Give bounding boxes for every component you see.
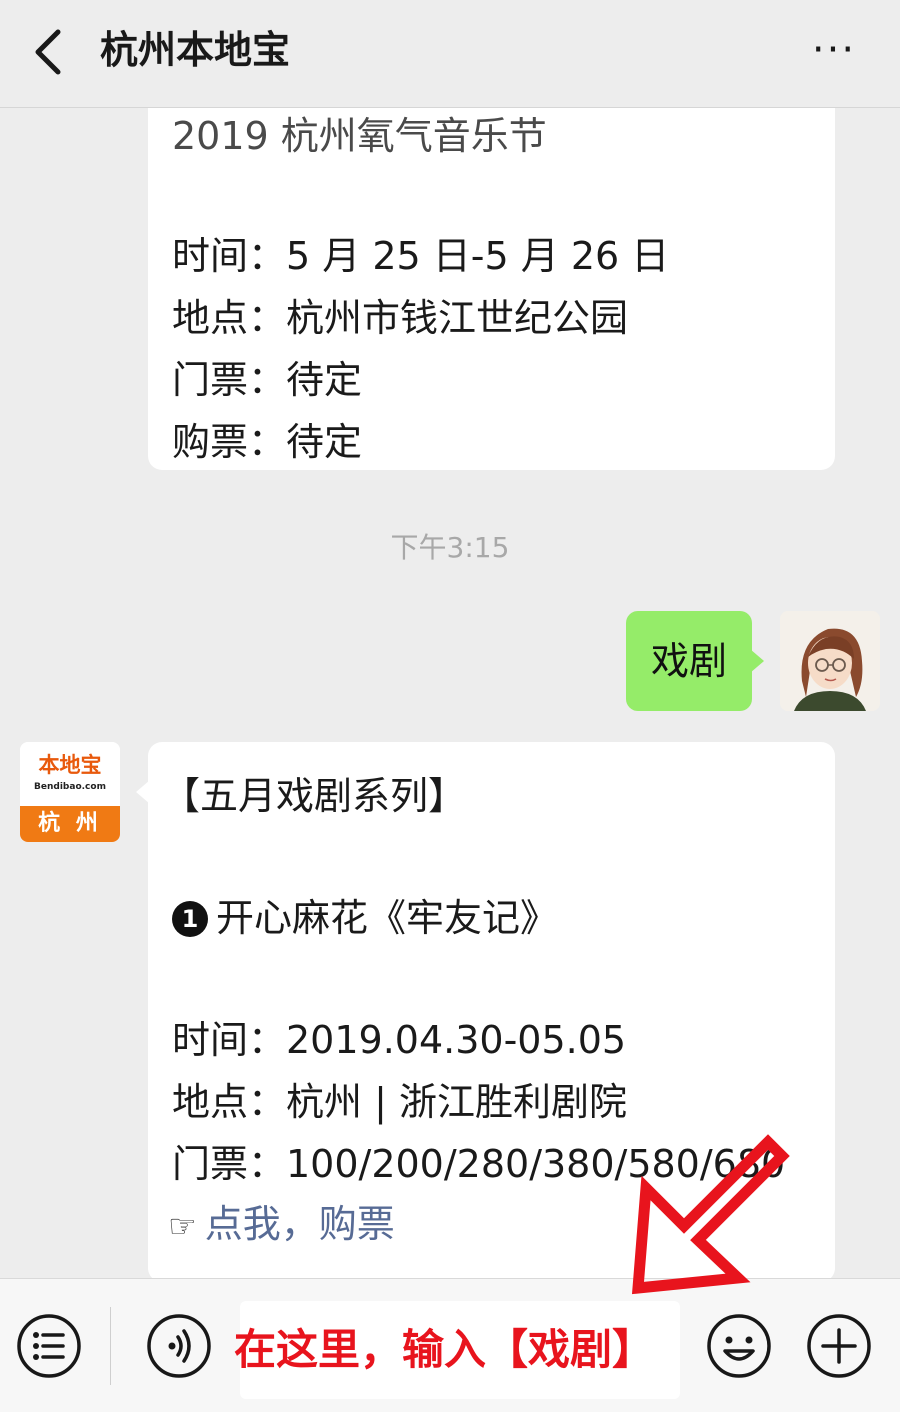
brand-logo-text: 本地宝 [38,753,102,777]
brand-site-text: Bendibao.com [34,782,106,792]
chevron-left-icon [35,29,61,75]
voice-button[interactable] [146,1313,212,1379]
official-account-avatar[interactable]: 本地宝 Bendibao.com 杭 州 [20,742,120,842]
event-purchase: 购票：待定 [172,420,363,464]
chat-title: 杭州本地宝 [100,28,291,72]
menu-button[interactable] [16,1313,82,1379]
smiley-icon [707,1314,771,1378]
more-functions-button[interactable] [806,1313,872,1379]
event-message-bubble[interactable]: 2019 杭州氧气音乐节 时间：5 月 25 日-5 月 26 日 地点：杭州市… [148,108,835,470]
buy-ticket-link[interactable]: ☞ 点我，购票 [168,1200,395,1250]
number-badge: 1 [172,901,208,937]
buy-ticket-link-text[interactable]: 点我，购票 [205,1202,395,1246]
reply-item-title: 1 开心麻花《牢友记》 [172,894,558,942]
user-avatar-illustration [780,611,880,711]
reply-heading: 【五月戏剧系列】 [162,774,467,818]
reply-place: 地点：杭州 | 浙江胜利剧院 [172,1080,627,1124]
voice-icon [147,1314,211,1378]
reply-time: 时间：2019.04.30-05.05 [172,1018,627,1062]
user-message-bubble[interactable]: 戏剧 [626,611,764,711]
event-title: 2019 杭州氧气音乐节 [172,114,547,158]
plus-icon [807,1314,871,1378]
chat-area[interactable]: 2019 杭州氧气音乐节 时间：5 月 25 日-5 月 26 日 地点：杭州市… [0,108,900,1278]
more-options-button[interactable]: ··· [804,30,864,70]
pointing-hand-icon: ☞ [168,1207,197,1245]
message-timestamp: 下午3:15 [390,531,510,564]
event-time: 时间：5 月 25 日-5 月 26 日 [172,234,670,278]
user-avatar[interactable] [780,611,880,711]
avatar-brand-area: 本地宝 Bendibao.com [20,742,120,806]
item-title-text: 开心麻花《牢友记》 [216,896,559,940]
user-message-text: 戏剧 [650,639,727,683]
menu-list-icon [17,1314,81,1378]
message-input[interactable]: 在这里，输入【戏剧】 [234,1301,680,1399]
toolbar-divider [110,1307,111,1385]
red-arrow-annotation [631,1134,790,1295]
event-place: 地点：杭州市钱江世纪公园 [172,296,629,340]
back-button[interactable] [22,22,82,82]
brand-city-text: 杭 州 [20,806,120,842]
event-ticket: 门票：待定 [172,358,363,402]
emoji-button[interactable] [706,1313,772,1379]
input-annotation-text: 在这里，输入【戏剧】 [234,1325,655,1374]
chat-header: 杭州本地宝 ··· [0,0,900,108]
